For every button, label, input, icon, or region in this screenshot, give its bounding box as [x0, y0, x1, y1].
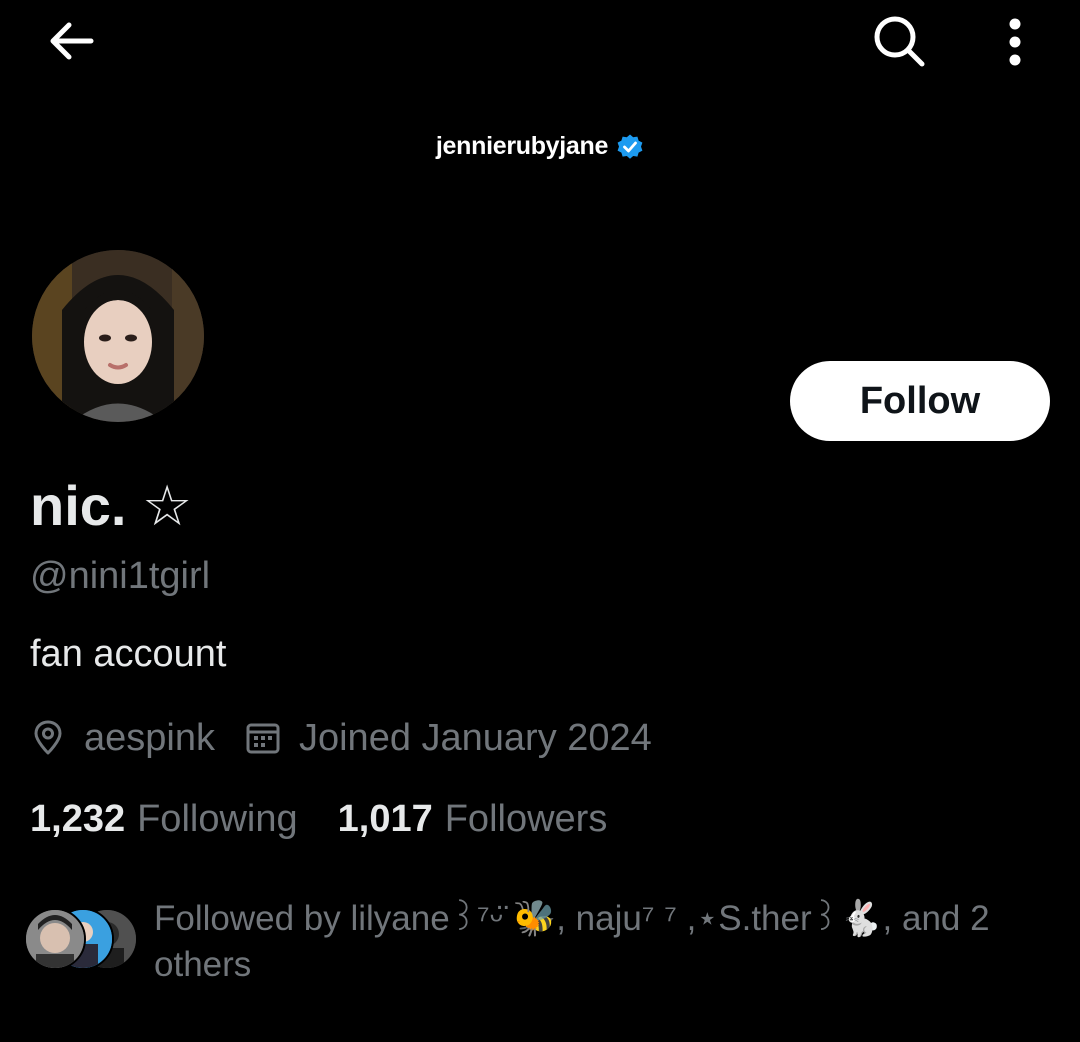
bio-text: fan account: [30, 633, 227, 675]
followers-label: Followers: [444, 797, 608, 840]
location-pin-icon: [34, 720, 62, 755]
banner-header: jennierubyjane: [0, 132, 1080, 161]
followers-count: 1,017: [337, 797, 433, 840]
followed-by-text: Followed by lilyane꒱⁷ᵕ̈ 🐝, naju⁷ ⁷ ,⋆S.t…: [154, 899, 990, 984]
search-button[interactable]: [866, 10, 932, 72]
location-text: aespink: [84, 716, 215, 759]
followed-by-avatars: [24, 908, 144, 970]
followed-by-row[interactable]: Followed by lilyane꒱⁷ᵕ̈ 🐝, naju⁷ ⁷ ,⋆S.t…: [24, 896, 1054, 996]
calendar-icon: [246, 723, 280, 754]
display-name: nic. ☆: [30, 474, 193, 537]
top-bar: [0, 0, 1080, 90]
joined-item: Joined January 2024: [245, 717, 652, 760]
profile-meta-row: aespink Joined January 2024: [30, 714, 652, 762]
following-label: Following: [137, 797, 298, 840]
joined-date-text: Joined January 2024: [298, 716, 652, 759]
follow-stats-row: 1,232 Following 1,017 Followers: [30, 795, 607, 843]
verified-badge-icon: [617, 134, 643, 159]
more-vertical-icon: [1009, 18, 1021, 66]
profile-avatar[interactable]: [32, 250, 204, 422]
location-item: aespink: [30, 717, 215, 760]
back-button[interactable]: [40, 12, 102, 70]
more-options-button[interactable]: [992, 12, 1038, 72]
follow-button[interactable]: Follow: [790, 361, 1050, 441]
search-icon: [874, 16, 925, 67]
following-count: 1,232: [30, 797, 126, 840]
following-link[interactable]: 1,232 Following: [30, 798, 298, 841]
follow-button-label: Follow: [859, 379, 981, 422]
arrow-left-icon: [50, 22, 94, 60]
mutual-avatar: [24, 908, 86, 970]
avatar-image: [32, 250, 204, 422]
followers-link[interactable]: 1,017 Followers: [338, 798, 608, 841]
user-handle: @nini1tgirl: [30, 555, 211, 597]
banner-text: jennierubyjane: [435, 132, 609, 160]
